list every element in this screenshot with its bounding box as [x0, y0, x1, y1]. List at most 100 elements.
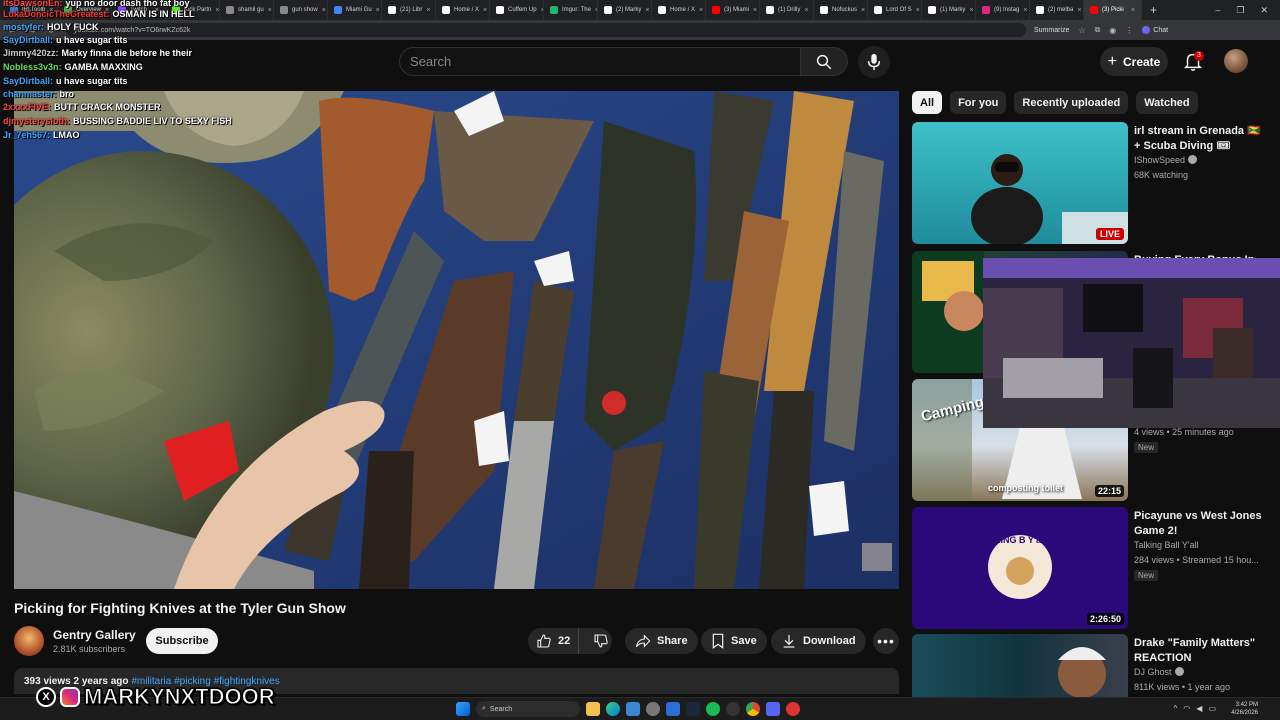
more-actions-button[interactable]: •••	[873, 628, 899, 654]
video-thumbnail[interactable]: KING B Y'all 2:26:50	[912, 507, 1128, 629]
tab-close-icon[interactable]: ×	[105, 7, 109, 14]
star-icon[interactable]: ☆	[1078, 26, 1085, 35]
new-tab-button[interactable]: +	[1142, 3, 1165, 17]
recommendation-item[interactable]: KING B Y'all 2:26:50 Picayune vs West Jo…	[912, 507, 1272, 631]
tab-close-icon[interactable]: ×	[426, 7, 430, 14]
chrome-icon[interactable]	[746, 702, 760, 716]
browser-tab[interactable]: Home / X ×	[436, 0, 490, 20]
file-explorer-icon[interactable]	[586, 702, 600, 716]
close-window-icon[interactable]: ✕	[1260, 5, 1268, 16]
download-button[interactable]: Download	[771, 628, 866, 654]
edge-browser-icon[interactable]	[606, 702, 620, 716]
discord-icon[interactable]	[766, 702, 780, 716]
browser-tab[interactable]: shamil gu ×	[220, 0, 274, 20]
minimize-icon[interactable]: –	[1215, 5, 1220, 16]
profile-icon[interactable]: ◉	[1109, 26, 1116, 35]
dislike-button[interactable]	[585, 628, 617, 654]
tab-close-icon[interactable]: ×	[268, 7, 272, 14]
search-input[interactable]: Search	[399, 47, 801, 76]
like-button[interactable]: 22	[528, 628, 580, 654]
tab-close-icon[interactable]: ×	[215, 7, 219, 14]
taskbar-search[interactable]: ⌕ Search	[476, 701, 580, 717]
forward-icon[interactable]: →	[26, 25, 38, 35]
browser-tab[interactable]: gun show ×	[274, 0, 328, 20]
video-player[interactable]	[14, 91, 899, 589]
steam-icon[interactable]	[686, 702, 700, 716]
account-avatar[interactable]	[1224, 49, 1248, 73]
tab-close-icon[interactable]: ×	[483, 7, 487, 14]
browser-tab[interactable]: (2) melba ×	[1030, 0, 1084, 20]
windows-start-icon[interactable]	[456, 702, 470, 716]
spotify-icon[interactable]	[706, 702, 720, 716]
search-button[interactable]	[800, 47, 848, 76]
tab-close-icon[interactable]: ×	[699, 7, 703, 14]
battery-icon[interactable]: ▭	[1208, 704, 1216, 713]
tab-close-icon[interactable]: ×	[916, 7, 920, 14]
extension-puzzle-icon[interactable]: ⧉	[1095, 25, 1101, 35]
recommendation-channel[interactable]: Talking Ball Y'all	[1134, 540, 1199, 550]
browser-tab[interactable]: (21) Libr ×	[382, 0, 436, 20]
wifi-icon[interactable]: ◠	[1183, 704, 1190, 713]
browser-tab[interactable]: (1) Drilly ×	[760, 0, 814, 20]
filter-chip[interactable]: Watched	[1136, 91, 1198, 114]
tab-close-icon[interactable]: ×	[861, 7, 865, 14]
recommendation-item[interactable]: Drake "Family Matters" REACTION DJ Ghost…	[912, 634, 1272, 720]
browser-tab[interactable]: (9) Instag ×	[976, 0, 1030, 20]
recording-app-icon[interactable]	[786, 702, 800, 716]
browser-tab[interactable]: (3) Picki ×	[1084, 0, 1142, 20]
video-thumbnail[interactable]: LIVE	[912, 122, 1128, 244]
mail-icon[interactable]	[626, 702, 640, 716]
tab-close-icon[interactable]: ×	[322, 7, 326, 14]
recommendation-channel[interactable]: IShowSpeed	[1134, 155, 1198, 165]
summarize-extension[interactable]: Summarize	[1034, 27, 1069, 34]
channel-name[interactable]: Gentry Gallery	[53, 628, 136, 642]
browser-tab[interactable]: Cuffem Up×	[490, 0, 544, 20]
tab-close-icon[interactable]: ×	[376, 7, 380, 14]
store-icon[interactable]	[666, 702, 680, 716]
chevron-up-icon[interactable]: ^	[1174, 704, 1178, 713]
tab-close-icon[interactable]: ×	[1077, 7, 1081, 14]
share-button[interactable]: Share	[625, 628, 698, 654]
reload-icon[interactable]: ⟳	[46, 25, 58, 36]
browser-tab[interactable]: Kick Partn ×	[166, 0, 220, 20]
maximize-icon[interactable]: ❐	[1236, 5, 1244, 16]
save-button[interactable]: Save	[701, 628, 767, 654]
tab-close-icon[interactable]: ×	[155, 7, 159, 14]
create-button[interactable]: + Create	[1100, 47, 1168, 76]
tab-close-icon[interactable]: ×	[1131, 7, 1135, 14]
recommendation-channel[interactable]: DJ Ghost	[1134, 667, 1184, 677]
filter-chip[interactable]: For you	[950, 91, 1007, 114]
browser-tab[interactable]: Home / X ×	[652, 0, 706, 20]
tab-close-icon[interactable]: ×	[804, 7, 808, 14]
filter-chip[interactable]: Recently uploaded	[1014, 91, 1129, 114]
volume-icon[interactable]: ◀	[1196, 704, 1202, 713]
media-player-icon[interactable]	[726, 702, 740, 716]
channel-avatar[interactable]	[14, 626, 44, 656]
browser-tab[interactable]: Twitch ×	[112, 0, 166, 20]
browser-tab[interactable]: Miami Gu ×	[328, 0, 382, 20]
tab-close-icon[interactable]: ×	[753, 7, 757, 14]
browser-tab[interactable]: (2) Marky ×	[598, 0, 652, 20]
chat-extension[interactable]: Chat	[1142, 26, 1168, 34]
browser-tab[interactable]: Nofuckus ×	[814, 0, 868, 20]
subscribe-button[interactable]: Subscribe	[146, 628, 218, 654]
settings-icon[interactable]	[646, 702, 660, 716]
tab-close-icon[interactable]: ×	[969, 7, 973, 14]
browser-tab[interactable]: Imgur: The×	[544, 0, 598, 20]
voice-search-button[interactable]	[858, 46, 890, 78]
recommendation-item[interactable]: LIVE irl stream in Grenada 🇬🇩 + Scuba Di…	[912, 122, 1272, 246]
browser-tab[interactable]: Lord Of S ×	[868, 0, 922, 20]
taskbar-clock[interactable]: 3:42 PM 4/26/2026	[1231, 701, 1258, 717]
back-icon[interactable]: ←	[6, 25, 18, 35]
address-bar[interactable]: youtube.com/watch?v=TO6rwKZc62k	[66, 23, 1026, 37]
tab-close-icon[interactable]: ×	[49, 7, 53, 14]
filter-chip[interactable]: All	[912, 91, 943, 114]
browser-tab[interactable]: Overview ×	[58, 0, 112, 20]
browser-tab[interactable]: (1) Marky ×	[922, 0, 976, 20]
menu-dots-icon[interactable]: ⋮	[1125, 26, 1133, 35]
thumbs-up-icon	[537, 634, 551, 648]
browser-tab[interactable]: (3) Miami ×	[706, 0, 760, 20]
tab-close-icon[interactable]: ×	[645, 7, 649, 14]
tab-close-icon[interactable]: ×	[1023, 7, 1027, 14]
browser-tab[interactable]: IRLToolb ×	[4, 0, 58, 20]
